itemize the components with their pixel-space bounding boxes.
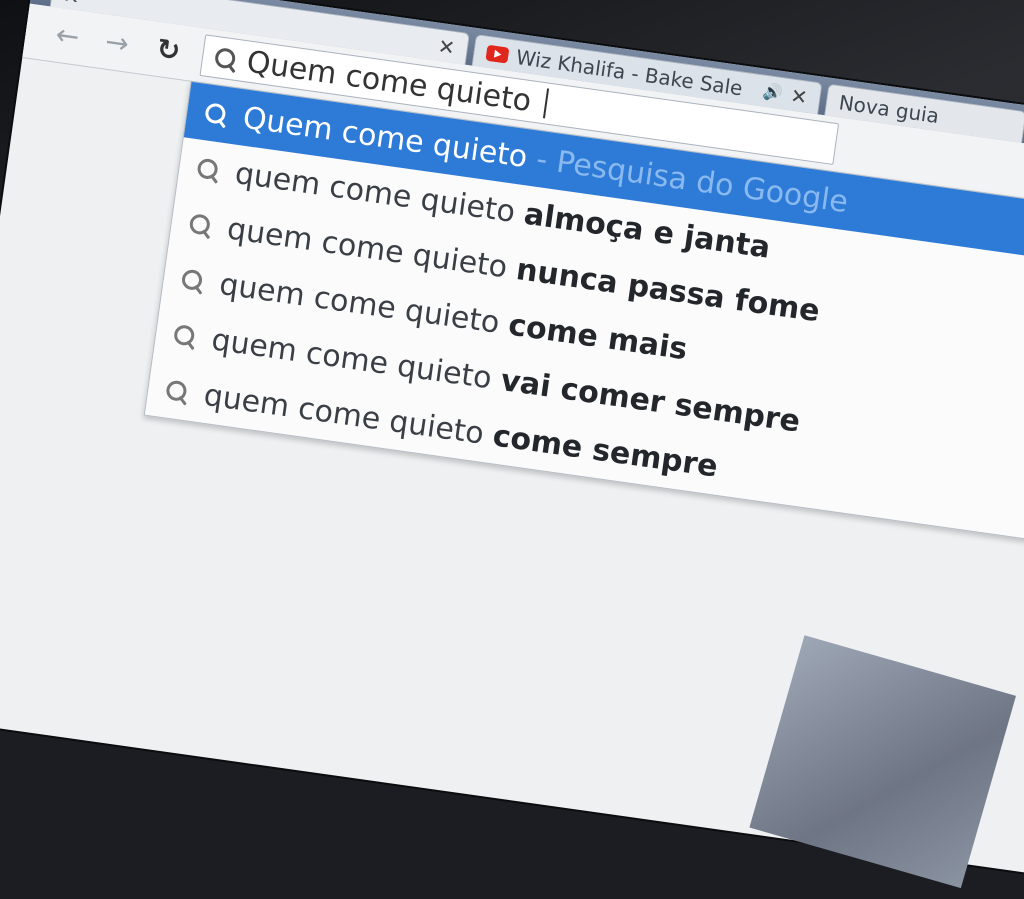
page-image-fragment — [749, 635, 1016, 889]
search-icon — [165, 379, 188, 403]
browser-window: K ✕ Wiz Khalifa - Bake Sale 🔊 ✕ Nova gui… — [0, 0, 1024, 889]
text-caret — [542, 88, 549, 119]
close-icon[interactable]: ✕ — [789, 83, 809, 109]
speaker-icon[interactable]: 🔊 — [762, 82, 784, 104]
forward-arrow-icon[interactable]: → — [103, 25, 131, 61]
search-icon — [188, 213, 212, 236]
close-icon[interactable]: ✕ — [437, 33, 457, 59]
youtube-icon — [485, 44, 510, 64]
search-icon — [204, 102, 227, 125]
back-arrow-icon[interactable]: ← — [54, 18, 82, 54]
reload-icon[interactable]: ↻ — [155, 32, 183, 68]
search-icon — [213, 47, 237, 70]
search-icon — [196, 157, 219, 181]
search-icon — [180, 268, 204, 292]
search-icon — [172, 323, 196, 347]
